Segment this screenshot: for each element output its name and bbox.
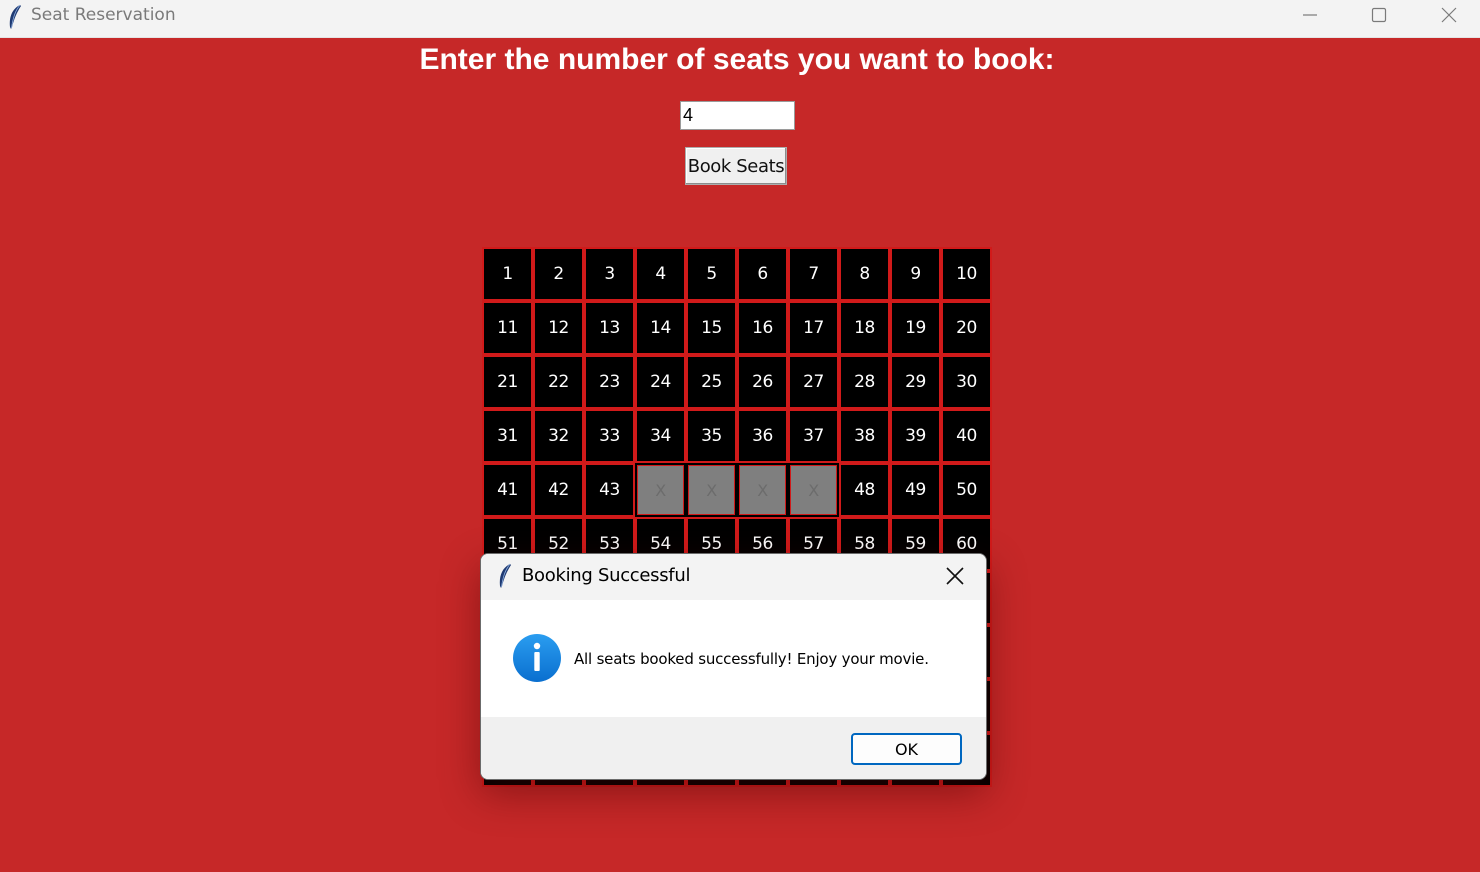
seat-button[interactable]: 49 [890,463,941,517]
seat-button[interactable]: 42 [533,463,584,517]
seat-button[interactable]: 29 [890,355,941,409]
seat-button[interactable]: 11 [482,301,533,355]
dialog-footer: OK [481,717,986,779]
seat-button[interactable]: 20 [941,301,992,355]
seat-button[interactable]: 34 [635,409,686,463]
seat-button[interactable]: 40 [941,409,992,463]
seat-booked[interactable]: X [635,463,686,517]
ok-button[interactable]: OK [851,733,962,765]
seat-button[interactable]: 15 [686,301,737,355]
close-icon [1441,7,1457,23]
seat-booked[interactable]: X [737,463,788,517]
seat-button[interactable]: 2 [533,247,584,301]
seat-booked[interactable]: X [788,463,839,517]
minimize-icon [1303,14,1317,16]
seat-button[interactable]: 7 [788,247,839,301]
dialog-title: Booking Successful [522,565,691,586]
seat-button[interactable]: 17 [788,301,839,355]
seat-booked[interactable]: X [686,463,737,517]
seat-button[interactable]: 19 [890,301,941,355]
seat-button[interactable]: 26 [737,355,788,409]
seat-count-input[interactable] [680,101,795,130]
seat-button[interactable]: 24 [635,355,686,409]
seat-button[interactable]: 36 [737,409,788,463]
seat-button[interactable]: 35 [686,409,737,463]
maximize-icon [1371,7,1387,23]
seat-button[interactable]: 6 [737,247,788,301]
dialog-titlebar: Booking Successful [481,554,986,600]
seat-button[interactable]: 50 [941,463,992,517]
seat-button[interactable]: 16 [737,301,788,355]
window-titlebar: Seat Reservation [0,0,1480,38]
seat-button[interactable]: 22 [533,355,584,409]
seat-button[interactable]: 8 [839,247,890,301]
page-heading: Enter the number of seats you want to bo… [419,43,1055,76]
seat-button[interactable]: 12 [533,301,584,355]
seat-button[interactable]: 41 [482,463,533,517]
seat-button[interactable]: 43 [584,463,635,517]
seat-button[interactable]: 9 [890,247,941,301]
seat-button[interactable]: 28 [839,355,890,409]
minimize-button[interactable] [1280,0,1340,30]
seat-button[interactable]: 38 [839,409,890,463]
seat-button[interactable]: 18 [839,301,890,355]
seat-button[interactable]: 3 [584,247,635,301]
feather-icon [499,563,511,588]
seat-button[interactable]: 32 [533,409,584,463]
seat-button[interactable]: 21 [482,355,533,409]
dialog-close-icon[interactable] [943,564,967,588]
seat-button[interactable]: 4 [635,247,686,301]
seat-button[interactable]: 31 [482,409,533,463]
dialog-message: All seats booked successfully! Enjoy you… [574,650,929,668]
info-icon [513,634,561,682]
seat-button[interactable]: 30 [941,355,992,409]
seat-button[interactable]: 37 [788,409,839,463]
close-window-button[interactable] [1419,0,1479,30]
seat-button[interactable]: 33 [584,409,635,463]
seat-button[interactable]: 14 [635,301,686,355]
booking-dialog: Booking Successful All seats booked succ… [480,553,987,780]
seat-button[interactable]: 25 [686,355,737,409]
seat-button[interactable]: 48 [839,463,890,517]
dialog-body: All seats booked successfully! Enjoy you… [481,600,986,717]
seat-button[interactable]: 13 [584,301,635,355]
seat-button[interactable]: 39 [890,409,941,463]
seat-button[interactable]: 23 [584,355,635,409]
seat-button[interactable]: 1 [482,247,533,301]
window-title: Seat Reservation [31,5,176,25]
seat-button[interactable]: 5 [686,247,737,301]
maximize-button[interactable] [1349,0,1409,30]
feather-icon [9,4,21,29]
seat-button[interactable]: 27 [788,355,839,409]
book-seats-button[interactable]: Book Seats [685,147,787,185]
seat-button[interactable]: 10 [941,247,992,301]
